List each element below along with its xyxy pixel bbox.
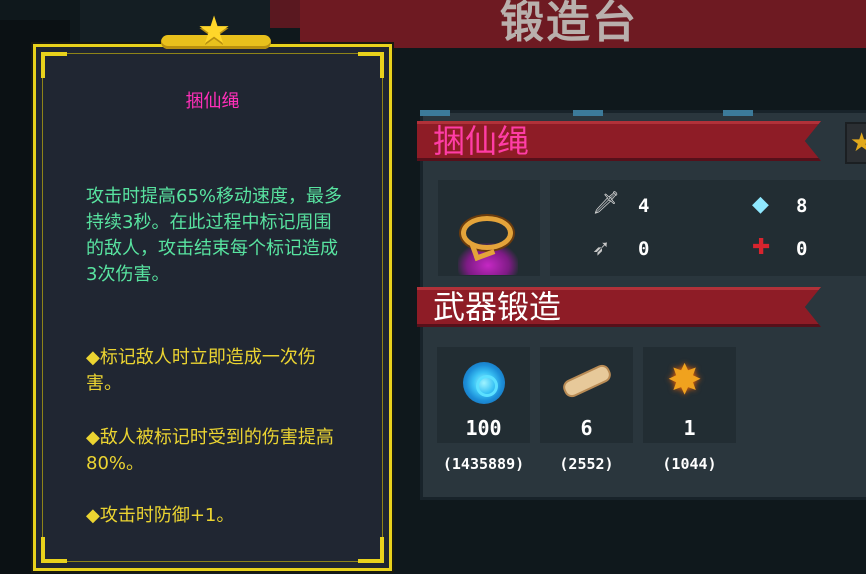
- favorite-button[interactable]: ★: [845, 122, 866, 164]
- lasso-icon: [461, 216, 513, 250]
- material-owned: (2552): [559, 455, 614, 473]
- frame-corner: [41, 537, 67, 563]
- tooltip-title: 捆仙绳: [185, 91, 240, 112]
- item-tooltip: ★ 捆仙绳 攻击时提高65%移动速度，最多持续3秒。在此过程中标记周围的敌人，攻…: [33, 11, 392, 571]
- material-owned: (1044): [662, 455, 717, 473]
- header-title: 锻造台: [500, 0, 638, 48]
- star-icon: ★: [850, 128, 866, 158]
- panel-trim: [573, 110, 603, 116]
- stat-energy-value: 8: [796, 195, 808, 217]
- material-required: 6: [580, 416, 593, 440]
- forge-section-banner: 武器锻造: [417, 287, 821, 327]
- gem-icon: [463, 362, 505, 404]
- material-required: 100: [465, 416, 502, 440]
- tooltip-crown: ★: [161, 11, 271, 51]
- frame-corner: [41, 52, 67, 78]
- item-name: 捆仙绳: [433, 122, 530, 160]
- sword-icon: 🗡: [592, 191, 620, 216]
- tooltip-bullet: ◆标记敌人时立即造成一次伤害。: [86, 347, 316, 394]
- frame-corner: [358, 537, 384, 563]
- tooltip-description: 攻击时提高65%移动速度，最多持续3秒。在此过程中标记周围的敌人，攻击结束每个标…: [86, 186, 343, 285]
- material-required: 1: [683, 416, 696, 440]
- crown-star-icon: ★: [197, 8, 232, 52]
- material-owned: (1435889): [442, 455, 525, 473]
- tooltip-bullet: ◆攻击时防御+1。: [86, 505, 235, 526]
- dagger-icon: ➶: [592, 236, 611, 261]
- crosshair-icon: ✚: [752, 235, 771, 260]
- stat-precision-value: 0: [796, 238, 808, 260]
- stat-crit-value: 0: [638, 238, 650, 260]
- frame-corner: [358, 52, 384, 78]
- item-name-banner: 捆仙绳: [417, 121, 821, 161]
- forge-section-title: 武器锻造: [433, 288, 562, 326]
- spark-icon: ✸: [667, 355, 703, 404]
- diamond-icon: ◆: [752, 192, 769, 217]
- stat-attack-value: 4: [638, 195, 650, 217]
- panel-trim: [420, 110, 450, 116]
- panel-trim: [723, 110, 753, 116]
- tooltip-bullet: ◆敌人被标记时受到的伤害提高80%。: [86, 427, 334, 474]
